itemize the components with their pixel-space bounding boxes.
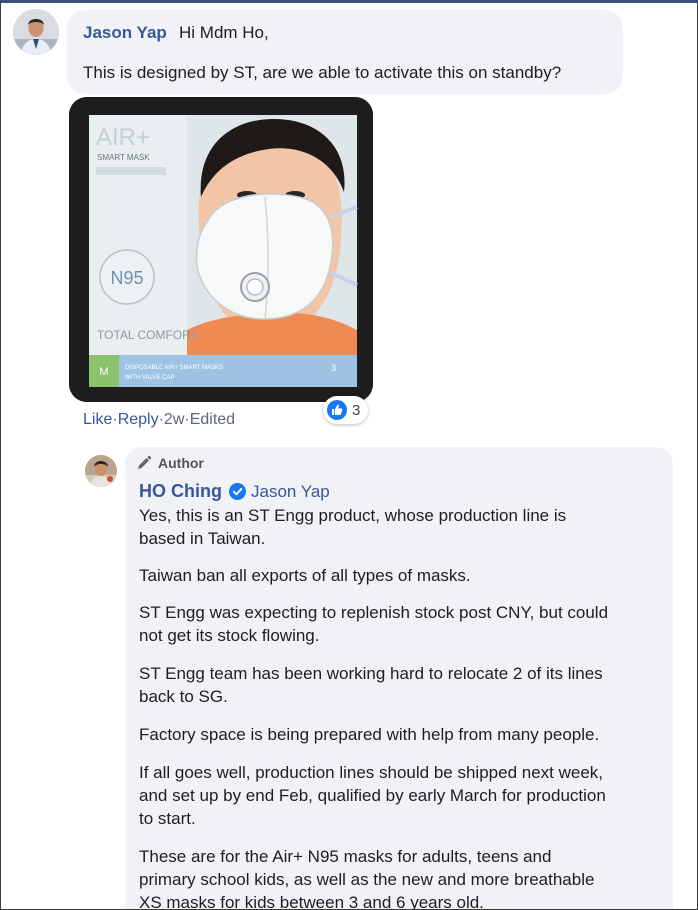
author-badge-label: Author — [158, 455, 204, 471]
avatar[interactable] — [13, 9, 59, 55]
reply-link[interactable]: Reply — [118, 411, 159, 429]
svg-text:3: 3 — [331, 363, 336, 373]
mask-box-image: AIR+ SMART MASK N95 TOTAL COMFORT M DISP… — [69, 97, 373, 402]
svg-text:SMART MASK: SMART MASK — [97, 153, 150, 162]
svg-text:DISPOSABLE AIR+ SMART MASKS: DISPOSABLE AIR+ SMART MASKS — [125, 365, 223, 371]
edited-label: Edited — [189, 411, 236, 428]
n95-label: N95 — [110, 268, 143, 288]
reply-paragraph: If all goes well, production lines shoul… — [139, 763, 606, 828]
reply-paragraph: Yes, this is an ST Engg product, whose p… — [139, 506, 567, 548]
reply-paragraph: ST Engg was expecting to replenish stock… — [139, 603, 609, 645]
facebook-comment-thread: Jason Yap Hi Mdm Ho, This is designed by… — [0, 0, 698, 910]
reply-paragraph: Taiwan ban all exports of all types of m… — [139, 566, 471, 585]
comment-actions: Like · Reply · 2w · Edited — [83, 411, 236, 429]
verified-badge-icon — [229, 483, 246, 500]
profile-photo-icon — [13, 9, 59, 55]
reaction-count: 3 — [352, 401, 361, 419]
svg-text:M: M — [99, 366, 108, 378]
svg-text:WITH VALVE CAP: WITH VALVE CAP — [125, 375, 174, 381]
comment-author-name[interactable]: Jason Yap — [83, 23, 167, 43]
reply-paragraph: These are for the Air+ N95 masks for adu… — [139, 847, 595, 910]
profile-photo-icon — [85, 455, 117, 487]
reply-header: HO Ching Jason Yap — [139, 481, 330, 502]
reply-bubble: Author HO Ching Jason Yap Yes, this is a… — [125, 447, 673, 910]
pencil-icon — [138, 455, 152, 469]
avatar[interactable] — [85, 455, 117, 487]
comment-photo[interactable]: AIR+ SMART MASK N95 TOTAL COMFORT M DISP… — [69, 97, 373, 402]
reply-paragraph: Factory space is being prepared with hel… — [139, 725, 600, 744]
brand-logo: AIR+ — [96, 124, 150, 151]
timestamp-link[interactable]: 2w — [164, 411, 184, 429]
comment-text: This is designed by ST, are we able to a… — [83, 63, 562, 82]
author-badge: Author — [136, 455, 204, 471]
tagged-user-link[interactable]: Jason Yap — [251, 482, 330, 502]
comment-greeting: Hi Mdm Ho, — [179, 23, 269, 42]
reaction-count-badge[interactable]: 3 — [323, 396, 369, 424]
reply-paragraph: ST Engg team has been working hard to re… — [139, 664, 603, 706]
like-link[interactable]: Like — [83, 411, 112, 429]
comment-bubble: Jason Yap Hi Mdm Ho, This is designed by… — [67, 10, 623, 94]
reply-author-name[interactable]: HO Ching — [139, 481, 222, 502]
svg-text:TOTAL COMFORT: TOTAL COMFORT — [97, 328, 199, 342]
like-thumb-icon — [327, 400, 347, 420]
